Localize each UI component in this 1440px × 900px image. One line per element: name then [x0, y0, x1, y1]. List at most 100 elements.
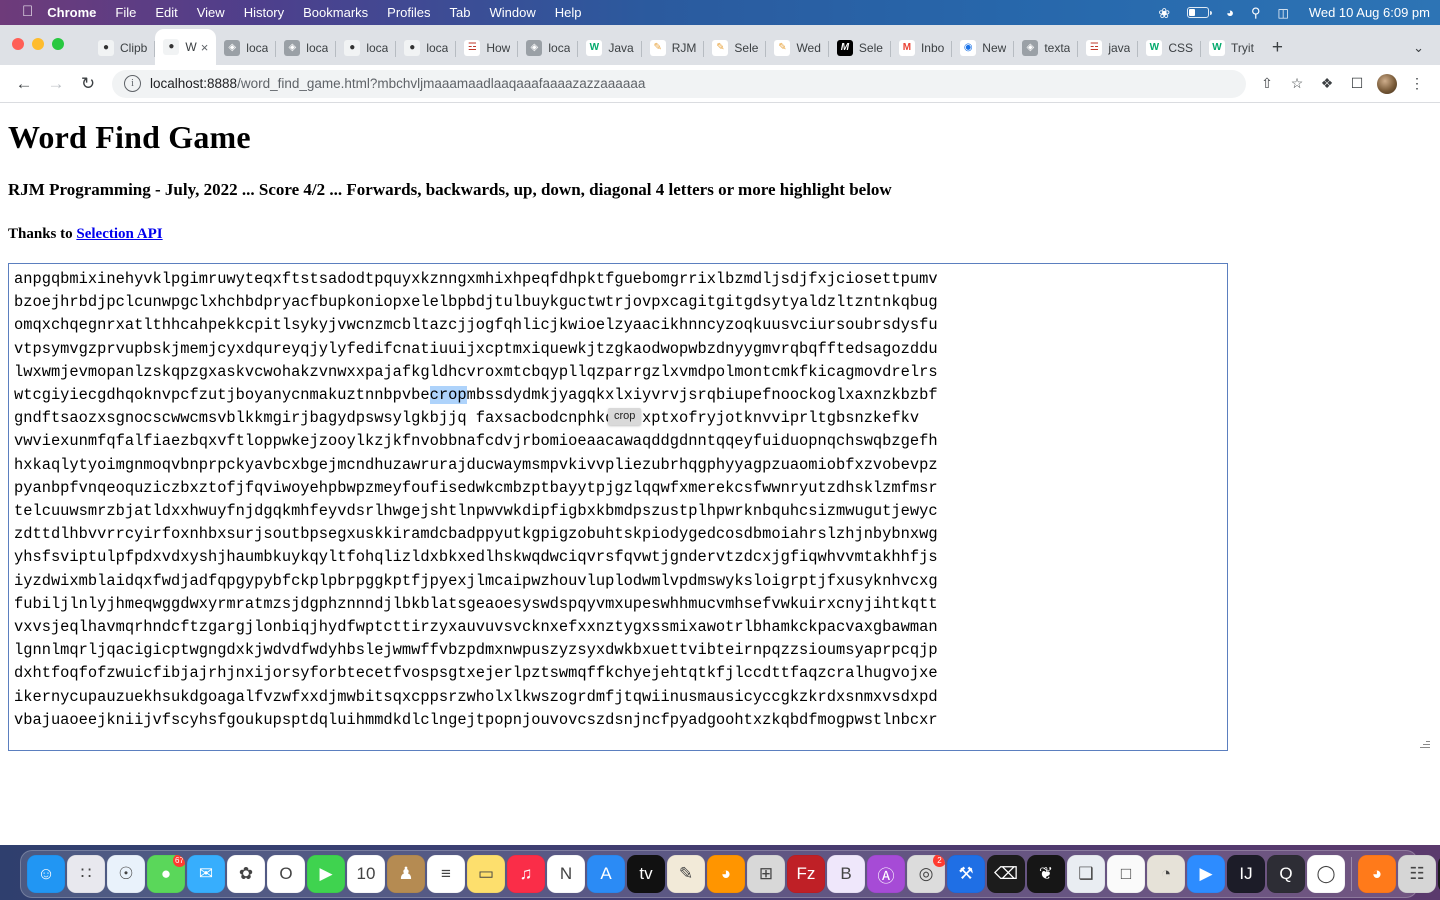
tab-clipboard[interactable]: ● Clipb — [90, 31, 156, 65]
back-button[interactable]: ← — [10, 70, 38, 98]
menu-item-view[interactable]: View — [197, 5, 225, 20]
tab-localhost-2[interactable]: ◈ loca — [276, 31, 337, 65]
dock-item-app-store[interactable]: A — [587, 855, 625, 893]
menu-item-history[interactable]: History — [244, 5, 284, 20]
tab-localhost-3[interactable]: ● loca — [336, 31, 397, 65]
share-icon[interactable]: ⇧ — [1254, 71, 1280, 97]
dock-item-firefox[interactable]: ◕ — [707, 855, 745, 893]
dock-item-messages[interactable]: ● 67 — [147, 855, 185, 893]
dock-badge: 2 — [933, 855, 945, 867]
search-icon[interactable]: ⚲ — [1251, 6, 1261, 19]
tab-wednesday[interactable]: ✎ Wed — [766, 31, 829, 65]
dock-item-calculator[interactable]: ⊞ — [747, 855, 785, 893]
dock-item-xcode[interactable]: ⚒ — [947, 855, 985, 893]
tab-localhost-5[interactable]: ◈ loca — [518, 31, 579, 65]
dock-item-music[interactable]: ♫ — [507, 855, 545, 893]
site-info-icon[interactable]: i — [124, 75, 141, 92]
tab-localhost-4[interactable]: ● loca — [396, 31, 457, 65]
tab-strip: ● Clipb ● W × ◈ loca ◈ loca ● loca ● loc… — [0, 25, 1440, 65]
dock-item-apple-tv[interactable]: tv — [627, 855, 665, 893]
dock-item-gimp[interactable]: ◔ — [1147, 855, 1185, 893]
dock-item-zoom[interactable]: ▶ — [1187, 855, 1225, 893]
menu-item-bookmarks[interactable]: Bookmarks — [303, 5, 368, 20]
dock-item-podcasts[interactable]: Ⓐ — [867, 855, 905, 893]
tab-rjm[interactable]: ✎ RJM — [642, 31, 705, 65]
dock-item-bbedit[interactable]: B — [827, 855, 865, 893]
forward-button[interactable]: → — [42, 70, 70, 98]
address-bar[interactable]: i localhost:8888/word_find_game.html?mbc… — [112, 69, 1246, 98]
control-center-icon[interactable]: ◫ — [1277, 7, 1288, 19]
bookmark-star-icon[interactable]: ☆ — [1284, 71, 1310, 97]
apple-icon[interactable]:  — [22, 4, 33, 19]
menu-item-file[interactable]: File — [115, 5, 136, 20]
dock-item-photos[interactable]: ✿ — [227, 855, 265, 893]
dock-item-white-elephant[interactable]: ❦ — [1027, 855, 1065, 893]
menu-item-profiles[interactable]: Profiles — [387, 5, 430, 20]
minimize-window-button[interactable] — [32, 38, 44, 50]
side-panel-icon[interactable]: ☐ — [1344, 71, 1370, 97]
dock-item-reminders[interactable]: ≡ — [427, 855, 465, 893]
reminders-icon: ≡ — [441, 864, 451, 883]
dock-item-filezilla[interactable]: Fz — [787, 855, 825, 893]
dock-item-contacts[interactable]: ♟ — [387, 855, 425, 893]
menu-item-help[interactable]: Help — [555, 5, 582, 20]
tab-search-chevron-down-icon[interactable]: ⌄ — [1413, 40, 1424, 56]
dock-item-paintbrush[interactable]: ✎ — [667, 855, 705, 893]
dock-item-calendar[interactable]: 10 — [347, 855, 385, 893]
battery-icon[interactable] — [1187, 7, 1212, 18]
tab-new-tab[interactable]: ◉ New — [952, 31, 1015, 65]
extensions-puzzle-icon[interactable]: ❖ — [1314, 71, 1340, 97]
menu-item-edit[interactable]: Edit — [155, 5, 177, 20]
menubar-clock[interactable]: Wed 10 Aug 6:09 pm — [1309, 5, 1430, 20]
tab-java[interactable]: ☲ java — [1078, 31, 1139, 65]
menu-item-window[interactable]: Window — [490, 5, 536, 20]
terminal-icon: ⌫ — [993, 864, 1019, 883]
dock-item-quicktime[interactable]: Q — [1267, 855, 1305, 893]
dock-item-facetime[interactable]: ▶ — [307, 855, 345, 893]
dock-item-textedit[interactable]: □ — [1107, 855, 1145, 893]
tab-word-find-game[interactable]: ● W × — [155, 29, 217, 65]
dock-item-intellij[interactable]: IJ — [1227, 855, 1265, 893]
tab-textarea[interactable]: ◈ texta — [1014, 31, 1079, 65]
reload-button[interactable]: ↻ — [74, 70, 102, 98]
dock-item-scanner[interactable]: ◎ 2 — [907, 855, 945, 893]
tab-selection-medium[interactable]: M Sele — [829, 31, 891, 65]
tab-css[interactable]: W CSS — [1138, 31, 1202, 65]
wifi-icon[interactable]: ◕ — [1226, 6, 1234, 19]
menu-kebab-icon[interactable]: ⋮ — [1404, 71, 1430, 97]
tab-java-w3schools[interactable]: W Java — [578, 31, 642, 65]
dock-item-finder[interactable]: ☺ — [27, 855, 65, 893]
music-icon: ♫ — [519, 864, 533, 883]
dock-item-notes[interactable]: ▭ — [467, 855, 505, 893]
dock-item-mail[interactable]: ✉ — [187, 855, 225, 893]
tab-localhost-1[interactable]: ◈ loca — [216, 31, 277, 65]
close-window-button[interactable] — [12, 38, 24, 50]
close-tab-icon[interactable]: × — [201, 40, 209, 55]
tab-tryit[interactable]: W Tryit — [1201, 31, 1262, 65]
tab-howto[interactable]: ☲ How — [456, 31, 519, 65]
dock-item-terminal[interactable]: ⌫ — [987, 855, 1025, 893]
new-tab-button[interactable]: + — [1272, 38, 1283, 57]
dock-item-preview[interactable]: ❑ — [1067, 855, 1105, 893]
maximize-window-button[interactable] — [52, 38, 64, 50]
bluetooth-icon[interactable]: ❀ — [1158, 6, 1170, 20]
tab-selection-1[interactable]: ✎ Sele — [704, 31, 767, 65]
dock-item-launchpad[interactable]: ∷ — [67, 855, 105, 893]
toolbar-right-icons: ⇧ ☆ ❖ ☐ ⋮ — [1254, 71, 1430, 97]
dock-item-chrome[interactable]: ◯ — [1307, 855, 1345, 893]
avatar[interactable] — [1374, 71, 1400, 97]
dock-item-toolbox[interactable]: ☷ — [1398, 855, 1436, 893]
dock-item-news[interactable]: N — [547, 855, 585, 893]
tab-label: loca — [366, 41, 389, 55]
podcasts-icon: Ⓐ — [877, 866, 895, 886]
dock-item-opera[interactable]: O — [267, 855, 305, 893]
menu-item-chrome[interactable]: Chrome — [47, 5, 96, 20]
letter-grid-textarea[interactable]: anpgqbmixinehyvklpgimruwyteqxftstsadodtp… — [8, 263, 1228, 751]
menu-item-tab[interactable]: Tab — [450, 5, 471, 20]
tab-gmail-inbox[interactable]: M Inbo — [891, 31, 953, 65]
resize-handle-icon[interactable] — [1419, 738, 1430, 749]
selection-api-link[interactable]: Selection API — [76, 226, 162, 242]
chrome-browser-window: ● Clipb ● W × ◈ loca ◈ loca ● loca ● loc… — [0, 25, 1440, 870]
dock-item-safari[interactable]: ☉ — [107, 855, 145, 893]
dock-item-firefox-2[interactable]: ◕ — [1358, 855, 1396, 893]
